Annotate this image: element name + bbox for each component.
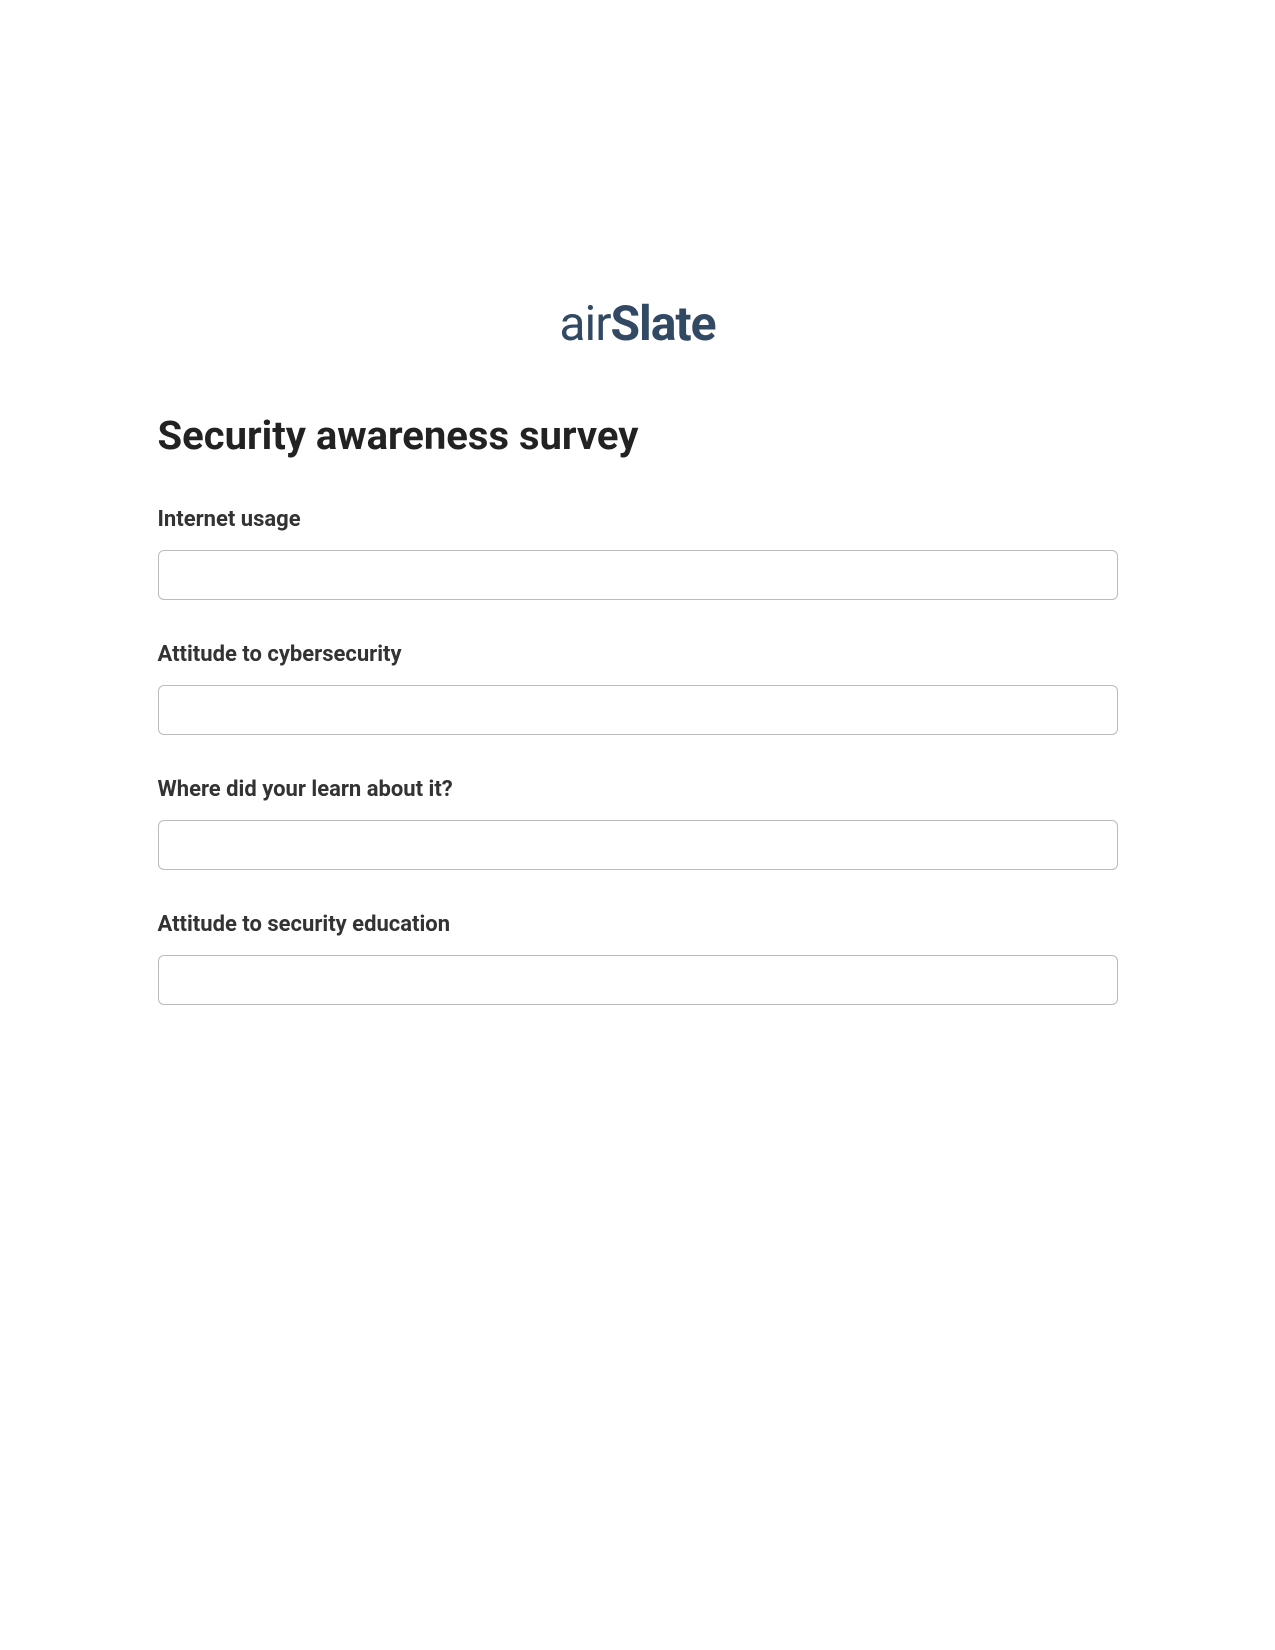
label-attitude-cybersecurity: Attitude to cybersecurity [158, 642, 1118, 667]
form-group-attitude-cybersecurity: Attitude to cybersecurity [158, 642, 1118, 735]
form-group-attitude-education: Attitude to security education [158, 912, 1118, 1005]
label-internet-usage: Internet usage [158, 507, 1118, 532]
logo: airSlate [158, 295, 1118, 352]
input-attitude-cybersecurity[interactable] [158, 685, 1118, 735]
input-attitude-education[interactable] [158, 955, 1118, 1005]
input-where-learn[interactable] [158, 820, 1118, 870]
form-title: Security awareness survey [158, 412, 1118, 459]
form-group-internet-usage: Internet usage [158, 507, 1118, 600]
label-attitude-education: Attitude to security education [158, 912, 1118, 937]
input-internet-usage[interactable] [158, 550, 1118, 600]
form-container: airSlate Security awareness survey Inter… [158, 295, 1118, 1005]
form-group-where-learn: Where did your learn about it? [158, 777, 1118, 870]
logo-prefix: air [559, 295, 610, 352]
logo-text: airSlate [559, 295, 715, 352]
logo-suffix: Slate [610, 295, 715, 352]
label-where-learn: Where did your learn about it? [158, 777, 1118, 802]
